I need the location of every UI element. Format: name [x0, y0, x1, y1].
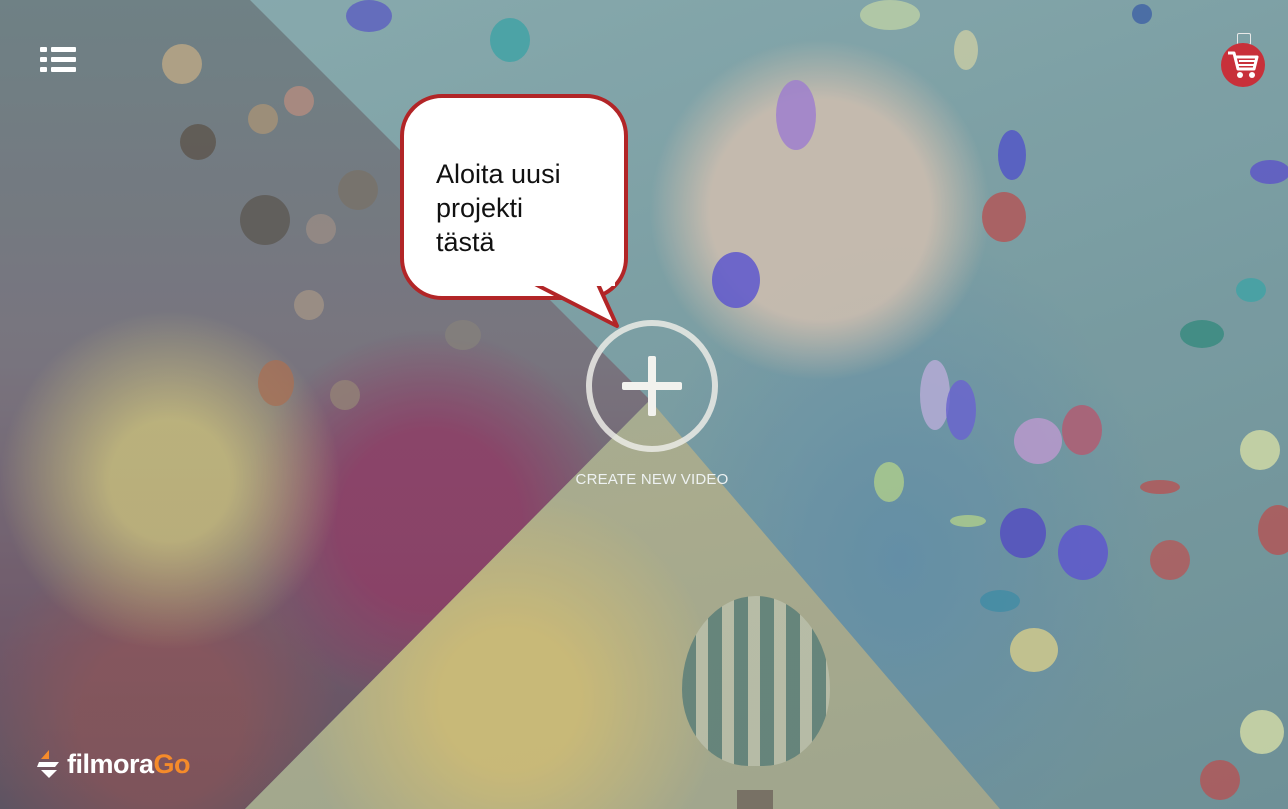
logo-text-go: Go	[153, 748, 191, 779]
cart-button[interactable]	[1219, 33, 1269, 95]
shopping-cart-icon	[1228, 51, 1259, 78]
callout-text: Aloita uusi projekti tästä	[436, 159, 561, 257]
logo-mark-icon	[37, 750, 59, 778]
logo-text-filmora: filmora	[67, 748, 154, 779]
create-new-video-button[interactable]	[586, 320, 718, 452]
create-new-video-label[interactable]: CREATE NEW VIDEO	[545, 471, 759, 488]
menu-button[interactable]	[40, 44, 76, 76]
filmorago-logo: filmoraGo	[37, 747, 191, 781]
